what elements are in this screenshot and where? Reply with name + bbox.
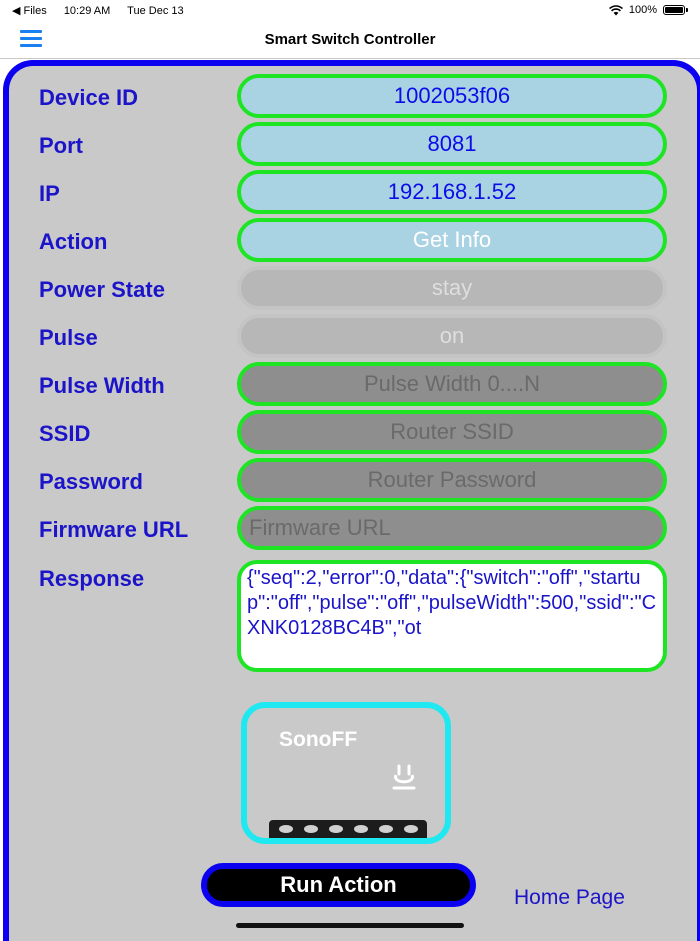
action-row: Action Get Info — [9, 218, 697, 262]
run-action-button[interactable]: Run Action — [201, 863, 476, 907]
power-state-label: Power State — [39, 277, 165, 302]
status-date: Tue Dec 13 — [127, 5, 184, 17]
password-row: Password Router Password — [9, 458, 697, 502]
power-plug-icon — [392, 764, 416, 790]
power-state-picker[interactable]: stay — [237, 266, 667, 310]
sonoff-device-name: SonoFF — [279, 728, 358, 751]
ssid-row: SSID Router SSID — [9, 410, 697, 454]
device-id-row: Device ID 1002053f06 — [9, 74, 697, 118]
firmware-url-label: Firmware URL — [39, 517, 189, 542]
port-label: Port — [39, 133, 83, 158]
ip-field[interactable]: 192.168.1.52 — [237, 170, 667, 214]
terminal-strip-image — [269, 820, 427, 838]
ip-label: IP — [39, 181, 60, 206]
battery-icon — [663, 5, 685, 15]
home-indicator[interactable] — [236, 923, 464, 928]
battery-percent: 100% — [628, 4, 657, 16]
battery-tip — [686, 8, 688, 12]
pulse-picker[interactable]: on — [237, 314, 667, 358]
response-label: Response — [39, 566, 145, 591]
status-time: 10:29 AM — [63, 5, 111, 17]
ssid-label: SSID — [39, 421, 91, 446]
port-row: Port 8081 — [9, 122, 697, 166]
device-id-field[interactable]: 1002053f06 — [237, 74, 667, 118]
navigation-bar: Smart Switch Controller — [0, 20, 700, 59]
pulse-label: Pulse — [39, 325, 98, 350]
device-id-label: Device ID — [39, 85, 139, 110]
status-bar: ◀ Files 10:29 AM Tue Dec 13 100% — [0, 0, 700, 20]
controller-panel: Device ID 1002053f06 Port 8081 IP 192.16… — [3, 60, 700, 941]
firmware-url-row: Firmware URL Firmware URL — [9, 506, 697, 550]
sonoff-device-button[interactable]: SonoFF — [241, 702, 451, 844]
action-label: Action — [39, 229, 108, 254]
ssid-input[interactable]: Router SSID — [237, 410, 667, 454]
firmware-url-input[interactable]: Firmware URL — [237, 506, 667, 550]
page-title: Smart Switch Controller — [264, 31, 436, 48]
ip-row: IP 192.168.1.52 — [9, 170, 697, 214]
action-picker[interactable]: Get Info — [237, 218, 667, 262]
password-label: Password — [39, 469, 143, 494]
pulse-width-label: Pulse Width — [39, 373, 165, 398]
power-state-row: Power State stay — [9, 266, 697, 310]
wifi-icon — [608, 4, 623, 15]
pulse-width-row: Pulse Width Pulse Width 0....N — [9, 362, 697, 406]
pulse-row: Pulse on — [9, 314, 697, 358]
pulse-width-input[interactable]: Pulse Width 0....N — [237, 362, 667, 406]
response-textview[interactable]: {"seq":2,"error":0,"data":{"switch":"off… — [237, 560, 667, 672]
back-to-files-link[interactable]: ◀ Files — [12, 5, 47, 17]
password-input[interactable]: Router Password — [237, 458, 667, 502]
home-page-link[interactable]: Home Page — [514, 886, 625, 910]
port-field[interactable]: 8081 — [237, 122, 667, 166]
